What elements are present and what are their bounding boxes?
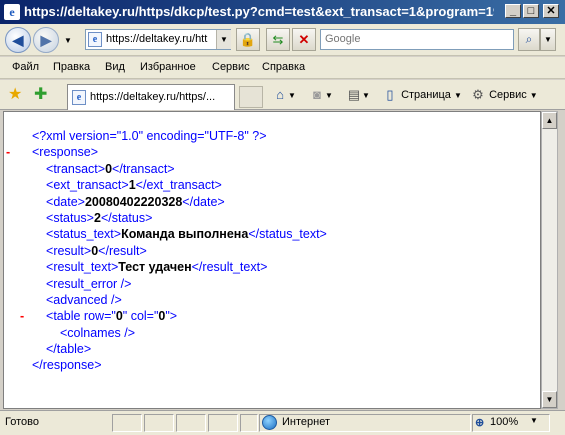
xml-declaration: <?xml version="1.0" encoding="UTF-8" ?>	[32, 129, 267, 143]
stop-icon: ✕	[298, 32, 310, 47]
menu-edit[interactable]: Правка	[53, 61, 90, 73]
lock-icon: 🔒	[239, 32, 257, 47]
search-options-button[interactable]: ▼	[540, 28, 556, 51]
response-open-node[interactable]: - <response>	[6, 144, 327, 160]
internet-zone-globe-icon	[262, 415, 277, 430]
feeds-button[interactable]: ◙ ▼	[309, 87, 333, 103]
home-icon: ⌂	[276, 87, 284, 102]
forward-button[interactable]: ▶	[33, 27, 59, 53]
document-view: <?xml version="1.0" encoding="UTF-8" ?> …	[3, 111, 541, 409]
xml-node-date: <date>20080402220328</date>	[46, 194, 225, 209]
zoom-magnifier-icon[interactable]: ⊕	[475, 416, 484, 429]
status-pane	[240, 414, 258, 432]
xml-node-result-text: <result_text>Тест удачен</result_text>	[46, 260, 268, 275]
xml-node-result: <result>0</result>	[46, 243, 147, 258]
status-pane	[144, 414, 174, 432]
title-bar: e https://deltakey.ru/https/dkcp/test.py…	[0, 0, 565, 24]
status-pane	[208, 414, 238, 432]
tools-menu-button[interactable]: ⚙ Сервис ▼	[470, 87, 538, 103]
vertical-scrollbar[interactable]: ▲ ▼	[541, 111, 558, 409]
xml-node-status-text: <status_text>Команда выполнена</status_t…	[46, 227, 327, 242]
tab-bar: ★ ✚ e https://deltakey.ru/https/... ⌂ ▼ ◙…	[0, 80, 565, 110]
tab-label: https://deltakey.ru/https/...	[90, 91, 216, 103]
rss-feed-icon: ◙	[313, 87, 321, 102]
security-lock-button[interactable]: 🔒	[236, 28, 260, 51]
search-button[interactable]: ⌕	[518, 28, 540, 51]
printer-icon: ▤	[347, 87, 361, 102]
zoom-dropdown-icon[interactable]: ▼	[530, 416, 538, 425]
collapse-toggle[interactable]: -	[6, 144, 10, 160]
back-button[interactable]: ◀	[5, 27, 31, 53]
stop-button[interactable]: ✕	[292, 28, 316, 51]
page-menu-label: Страница	[401, 88, 451, 101]
xml-node: <colnames />	[60, 325, 136, 340]
page-menu-button[interactable]: ▯ Страница ▼	[382, 87, 461, 103]
address-bar[interactable]: e	[85, 29, 231, 50]
status-bar: Готово Интернет ⊕ 100% ▼	[0, 410, 565, 435]
tab-page-icon: e	[72, 90, 86, 105]
xml-node-status: <status>2</status>	[46, 210, 153, 225]
response-close-node: </response>	[32, 358, 102, 373]
menu-tools[interactable]: Сервис	[212, 61, 250, 73]
navigation-bar: ◀ ▶ ▼ e ▼ 🔒 ⇆ ✕ ⌕ ▼	[0, 24, 565, 56]
page-menu-icon: ▯	[386, 87, 394, 102]
back-arrow-icon: ◀	[12, 32, 24, 48]
xml-tree: <?xml version="1.0" encoding="UTF-8" ?> …	[6, 128, 327, 374]
xml-node: <advanced />	[46, 292, 122, 307]
status-pane	[112, 414, 142, 432]
page-icon: e	[88, 32, 102, 47]
zone-label: Интернет	[282, 416, 330, 428]
scroll-down-button[interactable]: ▼	[542, 391, 557, 408]
menu-favorites[interactable]: Избранное	[140, 61, 196, 73]
menu-view[interactable]: Вид	[105, 61, 125, 73]
window-title: https://deltakey.ru/https/dkcp/test.py?c…	[24, 4, 494, 19]
tab-active[interactable]: e https://deltakey.ru/https/...	[67, 84, 235, 110]
menu-file[interactable]: Файл	[12, 61, 39, 73]
menu-help[interactable]: Справка	[262, 61, 305, 73]
home-button[interactable]: ⌂ ▼	[272, 87, 296, 103]
print-button[interactable]: ▤ ▼	[346, 87, 370, 103]
refresh-icon: ⇆	[272, 32, 284, 47]
scroll-up-button[interactable]: ▲	[542, 112, 557, 129]
close-button[interactable]: ✕	[543, 4, 559, 18]
ie-logo-icon: e	[4, 4, 20, 20]
status-text: Готово	[5, 416, 39, 428]
address-input[interactable]	[106, 33, 216, 45]
new-tab-button[interactable]	[239, 86, 263, 108]
gear-icon: ⚙	[472, 87, 484, 102]
maximize-button[interactable]: □	[523, 4, 539, 18]
tools-menu-label: Сервис	[489, 88, 527, 101]
zoom-level[interactable]: 100%	[490, 416, 518, 428]
table-close-node: </table>	[46, 342, 92, 357]
xml-node-ext-transact: <ext_transact>1</ext_transact>	[46, 178, 222, 193]
favorites-star-icon[interactable]: ★	[8, 87, 22, 103]
refresh-button[interactable]: ⇆	[266, 28, 290, 51]
table-open-node[interactable]: - <table row="0" col="0">	[16, 308, 327, 324]
xml-node: <result_error />	[46, 276, 132, 291]
address-dropdown-button[interactable]: ▼	[216, 30, 231, 49]
xml-node-transact: <transact>0</transact>	[46, 161, 175, 176]
menu-bar: Файл Правка Вид Избранное Сервис Справка	[0, 57, 565, 79]
status-pane	[176, 414, 206, 432]
minimize-button[interactable]: _	[505, 4, 521, 18]
history-dropdown-icon[interactable]: ▼	[64, 36, 72, 45]
collapse-toggle[interactable]: -	[20, 308, 24, 324]
search-input[interactable]	[325, 33, 510, 45]
forward-arrow-icon: ▶	[40, 32, 52, 48]
add-favorites-icon[interactable]: ✚	[34, 87, 47, 103]
browser-window: e https://deltakey.ru/https/dkcp/test.py…	[0, 0, 565, 435]
magnifier-icon: ⌕	[525, 32, 533, 46]
response-children: <transact>0</transact> <ext_transact>1</e…	[16, 161, 327, 276]
search-box[interactable]	[320, 29, 514, 50]
